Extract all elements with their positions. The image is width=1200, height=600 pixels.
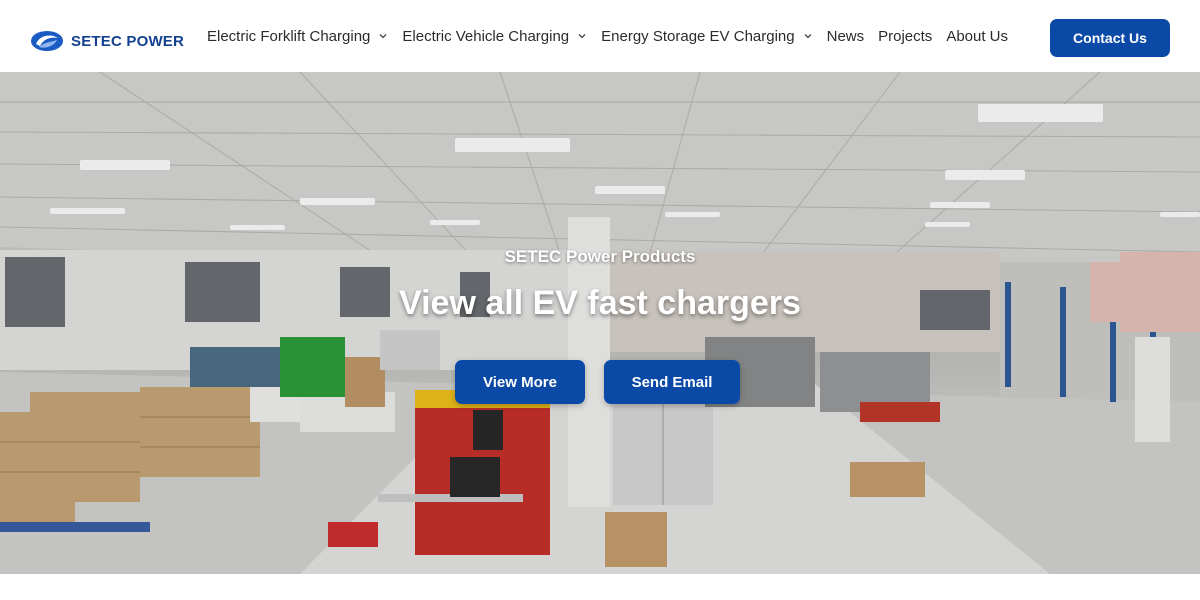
hero-overlay <box>0 72 1200 574</box>
nav-item-news[interactable]: News <box>827 28 865 45</box>
page-bottom-area <box>0 574 1200 600</box>
view-more-button[interactable]: View More <box>455 360 585 404</box>
chevron-down-icon <box>578 34 586 39</box>
nav-item-label: Energy Storage EV Charging <box>601 27 795 45</box>
nav-item-label: Electric Vehicle Charging <box>402 27 570 45</box>
nav-item-electric-forklift-charging[interactable]: Electric Forklift Charging <box>207 28 388 45</box>
nav-item-label: About Us <box>946 27 1009 45</box>
logo-icon <box>31 31 63 51</box>
contact-us-button[interactable]: Contact Us <box>1050 19 1170 57</box>
nav-item-electric-vehicle-charging[interactable]: Electric Vehicle Charging <box>402 28 587 45</box>
nav-item-label: Electric Forklift Charging <box>207 27 371 45</box>
chevron-down-icon <box>379 34 387 39</box>
chevron-down-icon <box>804 34 812 39</box>
brand-logo[interactable]: SETEC POWER <box>30 28 184 54</box>
brand-name: SETEC POWER <box>71 32 185 50</box>
nav-item-projects[interactable]: Projects <box>878 28 932 45</box>
nav-item-label: Projects <box>878 27 933 45</box>
hero-subtitle: SETEC Power Products <box>504 247 696 266</box>
hero-title: View all EV fast chargers <box>399 284 801 322</box>
nav-item-about-us[interactable]: About Us <box>946 28 1008 45</box>
site-header: SETEC POWER Electric Forklift Charging E… <box>0 0 1200 72</box>
send-email-button[interactable]: Send Email <box>604 360 740 404</box>
nav-item-energy-storage-ev-charging[interactable]: Energy Storage EV Charging <box>601 28 812 45</box>
nav-item-label: News <box>826 27 865 45</box>
main-nav: Electric Forklift Charging Electric Vehi… <box>207 0 1022 72</box>
hero-banner: SETEC Power Products View all EV fast ch… <box>0 72 1200 574</box>
